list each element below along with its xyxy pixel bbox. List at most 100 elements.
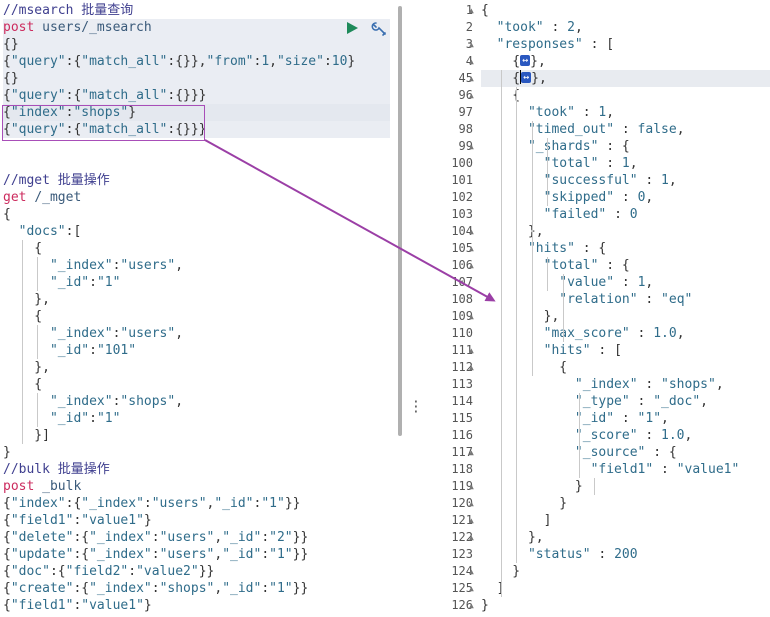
fold-arrow-icon[interactable]: ▲: [469, 53, 477, 70]
fold-arrow-icon[interactable]: ▲: [469, 495, 477, 512]
fold-arrow-icon[interactable]: ▲: [469, 580, 477, 597]
code-line[interactable]: get /_mget: [3, 189, 390, 206]
code-line[interactable]: {"field1":"value1"}: [3, 597, 390, 614]
code-token: "_index": [49, 258, 113, 273]
code-line[interactable]: //bulk 批量操作: [3, 461, 390, 478]
code-token: "docs": [18, 224, 66, 239]
drag-handle-icon[interactable]: · · ·: [412, 396, 420, 419]
code-token: :: [151, 530, 160, 545]
line-number: 125: [451, 581, 473, 595]
code-token: "hits": [543, 343, 591, 358]
code-line[interactable]: {"doc":{"field2":"value2"}}: [3, 563, 390, 580]
fold-arrow-icon[interactable]: ▲: [469, 240, 477, 257]
indent-guide: [531, 121, 533, 376]
code-line[interactable]: {: [3, 206, 390, 223]
code-line[interactable]: {"index":{"_index":"users","_id":"1"}}: [3, 495, 390, 512]
code-line[interactable]: {: [3, 376, 390, 393]
code-line[interactable]: "_id":"101": [3, 342, 390, 359]
code-line[interactable]: {}: [3, 70, 390, 87]
code-token: "value2": [136, 564, 199, 579]
line-number: 120: [451, 496, 473, 510]
fold-arrow-icon[interactable]: ▲: [469, 87, 477, 104]
code-line[interactable]: {"create":{"_index":"shops","_id":"1"}}: [3, 580, 390, 597]
fold-arrow-icon[interactable]: ▲: [469, 257, 477, 274]
folded-block-button[interactable]: ↔: [520, 55, 531, 66]
folded-block-button[interactable]: ↔: [521, 72, 532, 83]
fold-arrow-icon[interactable]: ▲: [469, 529, 477, 546]
response-line: {: [481, 2, 770, 19]
line-number: 98: [458, 122, 473, 136]
code-token: : {: [598, 139, 630, 154]
code-token: ,: [574, 20, 583, 35]
code-token: ,: [269, 54, 277, 69]
code-line[interactable]: },: [3, 291, 390, 308]
fold-arrow-icon[interactable]: ▲: [469, 138, 477, 155]
response-line: "_shards" : {: [481, 138, 770, 155]
code-line[interactable]: {"query":{"match_all":{}}}: [3, 87, 390, 104]
code-token: :[: [65, 224, 82, 239]
code-line[interactable]: {: [3, 308, 390, 325]
code-line[interactable]: //msearch 批量查询: [3, 2, 390, 19]
fold-arrow-icon[interactable]: ▲: [469, 597, 477, 614]
code-line[interactable]: {"query":{"match_all":{}},"from": 1,"size…: [3, 53, 390, 70]
code-line[interactable]: {"field1":"value1"}: [3, 512, 390, 529]
code-line[interactable]: post _bulk: [3, 478, 390, 495]
response-line: ]: [481, 512, 770, 529]
code-token: {}: [3, 37, 19, 52]
code-line[interactable]: "_id":"1": [3, 274, 390, 291]
code-token: "101": [96, 343, 137, 358]
fold-arrow-icon[interactable]: ▲: [469, 223, 477, 240]
code-line[interactable]: "_index":"users",: [3, 257, 390, 274]
code-line[interactable]: "_index":"shops",: [3, 393, 390, 410]
code-token: :: [574, 105, 599, 120]
fold-arrow-icon[interactable]: ▲: [469, 308, 477, 325]
fold-arrow-icon[interactable]: ▲: [469, 70, 477, 87]
code-token: "_index": [81, 496, 144, 511]
fold-arrow-icon[interactable]: ▲: [469, 2, 477, 19]
fold-arrow-icon[interactable]: ▲: [469, 512, 477, 529]
code-line[interactable]: "_id":"1": [3, 410, 390, 427]
code-token: "users": [120, 326, 176, 341]
wrench-icon[interactable]: [370, 20, 388, 38]
fold-arrow-icon[interactable]: ▲: [469, 563, 477, 580]
code-line[interactable]: //mget 批量操作: [3, 172, 390, 189]
code-token: ,: [175, 258, 184, 273]
code-line[interactable]: {: [3, 240, 390, 257]
code-line[interactable]: {"delete":{"_index":"users","_id":"2"}}: [3, 529, 390, 546]
code-line[interactable]: post users/_msearch: [3, 19, 390, 36]
code-token: 1: [661, 173, 669, 188]
code-line[interactable]: {}: [3, 36, 390, 53]
request-editor[interactable]: //msearch 批量查询 post users/_msearch{} {"que…: [0, 0, 398, 617]
fold-arrow-icon[interactable]: ▲: [469, 359, 477, 376]
code-token: 200: [614, 547, 638, 562]
code-line[interactable]: }]: [3, 427, 390, 444]
code-token: },: [481, 224, 544, 239]
code-line[interactable]: [3, 155, 390, 172]
code-token: "field1": [10, 513, 74, 528]
code-token: //msearch 批量查询: [3, 3, 134, 18]
play-icon[interactable]: [345, 21, 359, 35]
line-number: 2: [465, 20, 473, 34]
code-token: :{: [73, 581, 90, 596]
code-token: "_index": [49, 394, 113, 409]
code-line[interactable]: "_index":"users",: [3, 325, 390, 342]
code-token: "_index": [574, 377, 638, 392]
line-number: 112: [451, 360, 473, 374]
code-line[interactable]: {"update":{"_index":"users","_id":"1"}}: [3, 546, 390, 563]
code-line[interactable]: "docs":[: [3, 223, 390, 240]
fold-arrow-icon[interactable]: ▲: [469, 444, 477, 461]
code-token: "value": [559, 275, 615, 290]
editor-scrollbar[interactable]: [398, 6, 402, 436]
pane-splitter[interactable]: [405, 0, 419, 617]
code-line[interactable]: },: [3, 359, 390, 376]
fold-arrow-icon[interactable]: ▲: [469, 478, 477, 495]
fold-arrow-icon[interactable]: ▲: [469, 36, 477, 53]
code-token: ,: [700, 394, 708, 409]
code-line[interactable]: }: [3, 444, 390, 461]
fold-arrow-icon[interactable]: ▲: [469, 342, 477, 359]
code-token: },: [531, 71, 547, 86]
